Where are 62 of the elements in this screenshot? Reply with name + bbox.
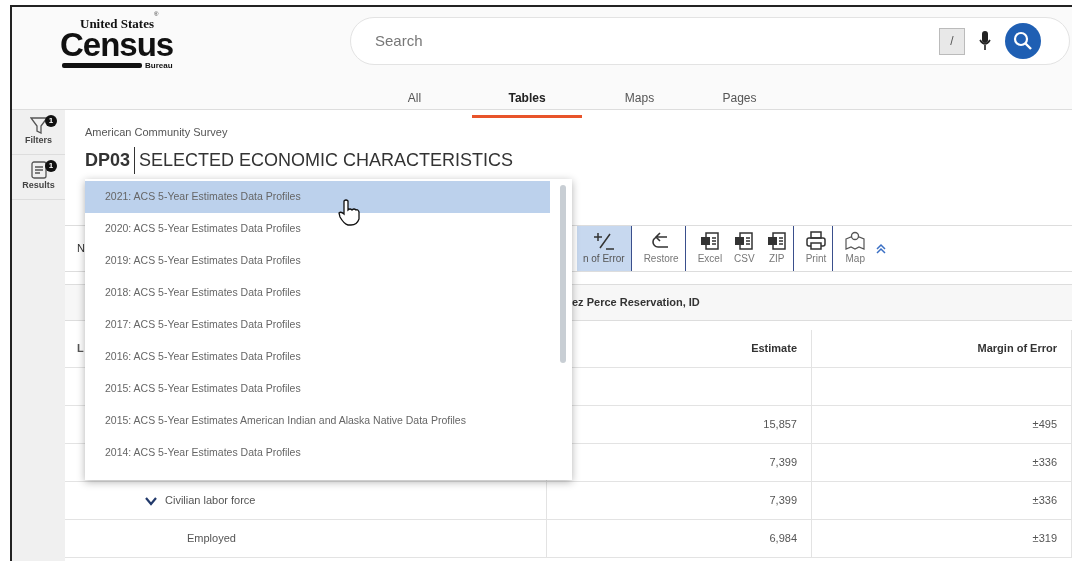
search-bar[interactable]: Search / [350,17,1070,65]
dropdown-item[interactable]: 2016: ACS 5-Year Estimates Data Profiles [85,341,550,373]
toolbar-button[interactable]: Restore [637,226,686,271]
table-cell-text: ±336 [1032,455,1057,471]
sidebar-item[interactable]: Results 1 [12,155,65,200]
print-icon [805,231,826,251]
shortcut-key: / [939,27,965,55]
toolbar-button[interactable]: ZIP [760,226,794,271]
map-icon [845,231,866,251]
search-button[interactable] [1005,23,1041,59]
table-cell-text: 7,399 [769,493,797,509]
excel-icon [699,231,720,251]
row-label: Employed [187,531,236,547]
search-icon [1013,31,1033,51]
zip-icon [766,231,787,251]
count-badge: 1 [45,160,57,172]
table-title: SELECTED ECONOMIC CHARACTERISTICS [139,148,514,172]
dropdown-item[interactable]: 2014: ACS 5-Year Estimates Data Profiles [85,437,550,469]
row-label: Civilian labor force [165,493,256,509]
table-cell-text: 7,399 [769,455,797,471]
logo-text: Bureau [145,59,173,72]
sidebar-item[interactable]: Filters 1 [12,110,65,155]
tab[interactable]: Maps [597,85,682,118]
logo-text: Census [60,30,175,60]
chevron-icon[interactable] [145,495,157,506]
scrollbar[interactable] [560,185,566,363]
dropdown-item[interactable]: 2015: ACS 5-Year Estimates Data Profiles [85,373,550,405]
table-cell-text: 6,984 [769,531,797,547]
column-header: Margin of Error [977,341,1057,357]
toolbar-button[interactable]: CSV [728,226,761,271]
table-cell-text: 15,857 [763,417,797,433]
pointer-icon [337,199,361,227]
table-cell-text: ±319 [1032,531,1057,547]
csv-icon [734,231,755,251]
margin-icon [593,231,614,251]
microphone-icon[interactable] [979,31,991,51]
search-field[interactable]: Search [373,28,925,54]
dropdown-item[interactable]: 2015: ACS 5-Year Estimates American Indian and Alaska Native Data Profiles [85,405,550,437]
survey-name: American Community Survey [85,125,229,140]
dropdown-item[interactable]: 2021: ACS 5-Year Estimates Data Profiles [85,181,550,213]
count-badge: 1 [45,115,57,127]
sidebar-label: Results [22,179,55,193]
toolbar-button[interactable]: Excel [691,226,729,271]
toolbar-text: N [77,241,85,257]
table-id: DP03 [85,146,136,174]
tab[interactable]: All [372,85,457,118]
sidebar-label: Filters [25,134,52,148]
filter-icon [29,116,48,135]
dropdown-item[interactable]: 2019: ACS 5-Year Estimates Data Profiles [85,245,550,277]
table-cell-text: ±495 [1032,417,1057,433]
table-cell-text: ±336 [1032,493,1057,509]
toolbar-button[interactable]: Map [839,226,872,271]
toolbar-button[interactable]: Print [799,226,834,271]
toolbar-button[interactable]: n of Error [576,226,632,271]
column-header: Estimate [751,341,797,357]
logo-text: United States [80,17,155,30]
tab[interactable]: Pages [697,85,782,118]
collapse-icon[interactable] [875,242,888,255]
results-icon [29,161,48,180]
column-header: L [77,341,84,357]
tab[interactable]: Tables [472,85,582,118]
dropdown-item[interactable]: 2020: ACS 5-Year Estimates Data Profiles [85,213,550,245]
